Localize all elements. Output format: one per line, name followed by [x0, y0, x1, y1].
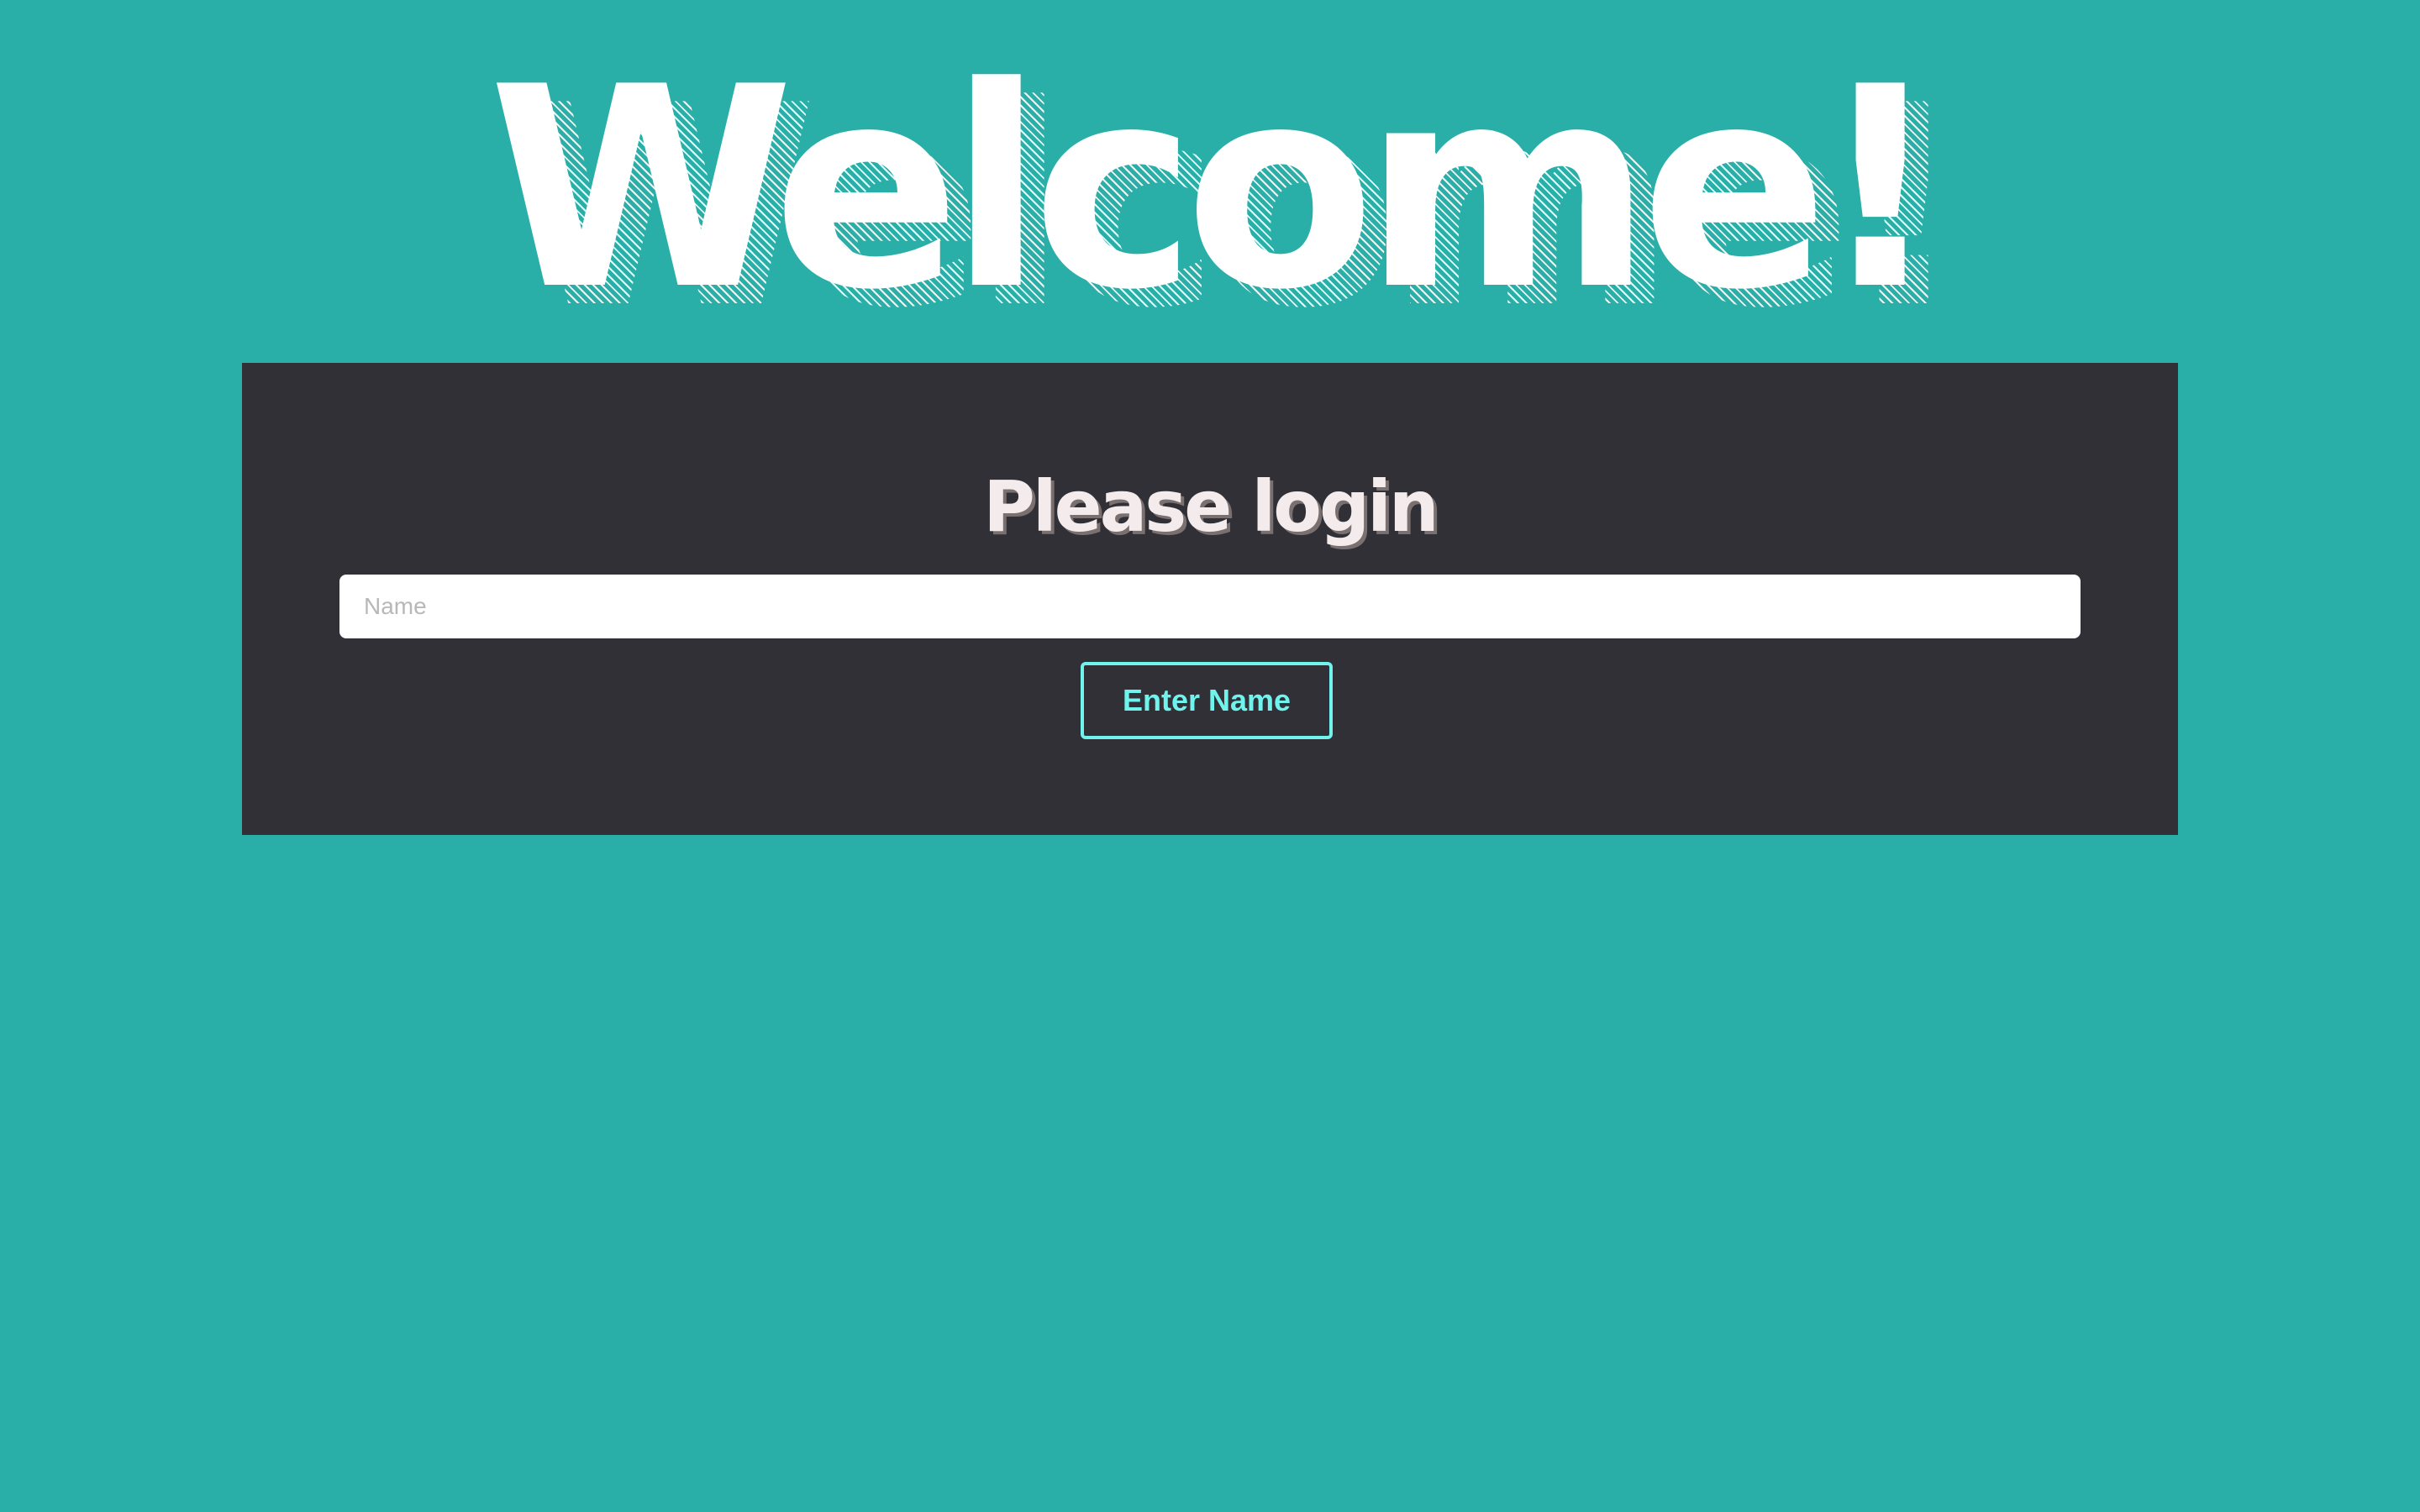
- login-title: Please login: [983, 465, 1439, 548]
- welcome-header: Welcome! Welcome!: [0, 50, 2420, 346]
- welcome-title: Welcome! Welcome!: [488, 50, 1967, 346]
- welcome-title-text: Welcome!: [488, 28, 1944, 350]
- page-background: Welcome! Welcome! Please login Enter Nam…: [0, 0, 2420, 1512]
- name-input[interactable]: [339, 575, 2081, 638]
- enter-name-button[interactable]: Enter Name: [1081, 662, 1333, 739]
